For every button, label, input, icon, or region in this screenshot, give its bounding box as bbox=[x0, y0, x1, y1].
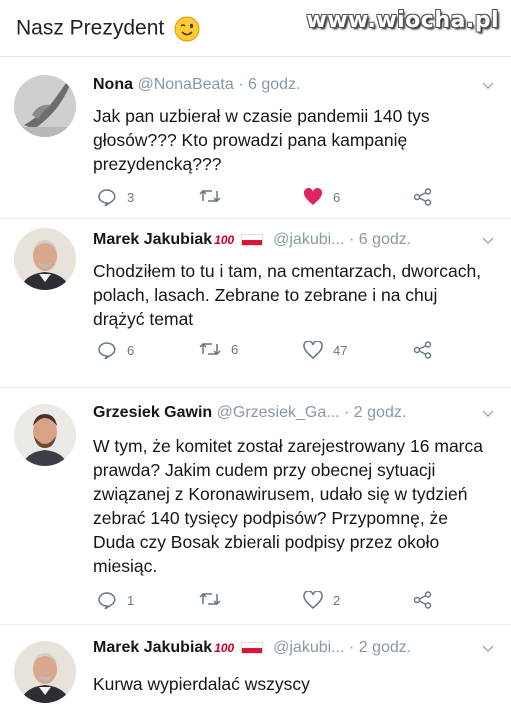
heart-icon bbox=[303, 591, 323, 609]
like-button[interactable]: 6 bbox=[303, 188, 340, 206]
reply-icon bbox=[98, 342, 116, 359]
poland-flag-icon bbox=[240, 233, 263, 246]
reply-button[interactable]: 6 bbox=[97, 341, 134, 359]
avatar-marek-icon bbox=[14, 641, 76, 703]
badge: 100 bbox=[214, 641, 235, 655]
retweet-count: 6 bbox=[231, 341, 239, 357]
reply-icon bbox=[98, 592, 116, 609]
tweet-actions: 1 2 bbox=[93, 591, 473, 615]
share-button[interactable] bbox=[413, 341, 443, 359]
reply-icon bbox=[98, 189, 116, 206]
chevron-down-icon[interactable] bbox=[481, 236, 495, 246]
tweet-grzesiek[interactable]: Grzesiek Gawin @Grzesiek_Ga... · 2 godz.… bbox=[0, 388, 511, 624]
tweet-text: Jak pan uzbierał w czasie pandemii 140 t… bbox=[93, 106, 430, 174]
post-title-text: Nasz Prezydent bbox=[16, 16, 165, 40]
user-handle[interactable]: @Grzesiek_Ga... bbox=[217, 404, 340, 421]
winking-face-icon bbox=[174, 16, 200, 42]
retweet-button[interactable] bbox=[199, 188, 231, 204]
tweet-marek-2[interactable]: Marek Jakubiak 100 @jakubi... · 2 godz. K… bbox=[0, 625, 511, 720]
avatar-grzesiek-icon bbox=[14, 404, 76, 466]
user-name[interactable]: Marek Jakubiak bbox=[93, 231, 212, 248]
tweet-nona[interactable]: Nona @NonaBeata · 6 godz. Jak pan uzbier… bbox=[0, 57, 511, 218]
like-count: 6 bbox=[333, 189, 341, 205]
chevron-down-icon[interactable] bbox=[481, 81, 495, 91]
reply-button[interactable]: 3 bbox=[97, 188, 134, 206]
share-button[interactable] bbox=[413, 591, 443, 609]
retweet-icon bbox=[199, 189, 221, 203]
poland-flag-icon bbox=[240, 641, 263, 654]
tweet-time[interactable]: · 6 godz. bbox=[238, 76, 300, 93]
user-name[interactable]: Marek Jakubiak bbox=[93, 639, 212, 656]
user-name[interactable]: Grzesiek Gawin bbox=[93, 404, 212, 421]
user-handle[interactable]: @jakubi... bbox=[273, 231, 344, 248]
retweet-icon bbox=[199, 342, 221, 356]
tweet-text: Kurwa wypierdalać wszyscy bbox=[93, 674, 310, 694]
share-icon bbox=[413, 341, 432, 359]
avatar[interactable] bbox=[14, 404, 76, 466]
share-button[interactable] bbox=[413, 188, 443, 206]
retweet-button[interactable] bbox=[199, 591, 231, 607]
share-icon bbox=[413, 591, 432, 609]
like-count: 2 bbox=[333, 592, 341, 608]
like-button[interactable]: 2 bbox=[303, 591, 340, 609]
avatar[interactable] bbox=[14, 75, 76, 137]
avatar-nona-icon bbox=[14, 75, 76, 137]
like-count: 47 bbox=[333, 342, 348, 358]
like-button[interactable]: 47 bbox=[303, 341, 347, 359]
avatar[interactable] bbox=[14, 641, 76, 703]
share-icon bbox=[413, 188, 432, 206]
chevron-down-icon[interactable] bbox=[481, 644, 495, 654]
tweet-header: Nona @NonaBeata · 6 godz. bbox=[93, 76, 300, 94]
post-header: Nasz Prezydent www.wiocha.pl bbox=[0, 0, 511, 56]
tweet-header: Marek Jakubiak 100 @jakubi... · 2 godz. bbox=[93, 639, 411, 657]
user-name[interactable]: Nona bbox=[93, 76, 133, 93]
reply-count: 6 bbox=[127, 342, 135, 358]
tweet-time[interactable]: · 2 godz. bbox=[344, 404, 406, 421]
tweet-marek-1[interactable]: Marek Jakubiak 100 @jakubi... · 6 godz. C… bbox=[0, 219, 511, 387]
tweet-time[interactable]: · 2 godz. bbox=[349, 639, 411, 656]
heart-filled-icon bbox=[303, 188, 323, 205]
badge: 100 bbox=[214, 233, 235, 247]
tweet-header: Grzesiek Gawin @Grzesiek_Ga... · 2 godz. bbox=[93, 404, 406, 422]
reply-count: 3 bbox=[127, 189, 135, 205]
tweet-text: Chodziłem to tu i tam, na cmentarzach, d… bbox=[93, 261, 482, 329]
reply-button[interactable]: 1 bbox=[97, 591, 134, 609]
reply-count: 1 bbox=[127, 592, 135, 608]
chevron-down-icon[interactable] bbox=[481, 409, 495, 419]
tweet-actions: 3 6 bbox=[93, 188, 473, 212]
avatar[interactable] bbox=[14, 228, 76, 290]
user-handle[interactable]: @NonaBeata bbox=[137, 76, 233, 93]
post-title: Nasz Prezydent bbox=[16, 16, 200, 42]
retweet-button[interactable]: 6 bbox=[199, 341, 238, 357]
retweet-icon bbox=[199, 592, 221, 606]
tweet-header: Marek Jakubiak 100 @jakubi... · 6 godz. bbox=[93, 231, 411, 249]
heart-icon bbox=[303, 341, 323, 359]
user-handle[interactable]: @jakubi... bbox=[273, 639, 344, 656]
tweet-actions: 6 6 47 bbox=[93, 341, 473, 365]
tweet-text: W tym, że komitet został zarejestrowany … bbox=[93, 436, 483, 576]
avatar-marek-icon bbox=[14, 228, 76, 290]
tweet-time[interactable]: · 6 godz. bbox=[349, 231, 411, 248]
watermark: www.wiocha.pl bbox=[306, 8, 499, 33]
